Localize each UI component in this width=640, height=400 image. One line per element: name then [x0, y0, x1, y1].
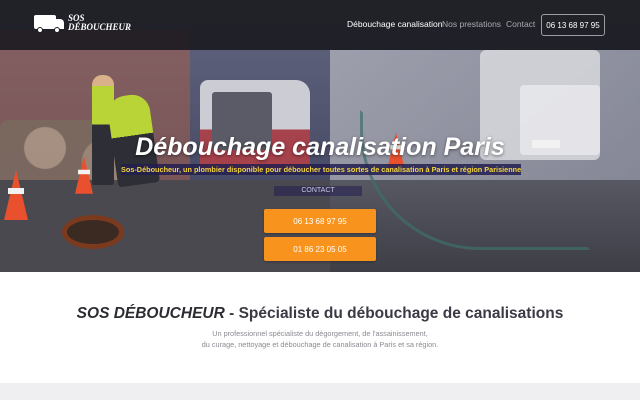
intro-section: SOS DÉBOUCHEUR - Spécialiste du déboucha… — [0, 272, 640, 382]
hero-title: Débouchage canalisation Paris — [135, 133, 505, 161]
traffic-cone-icon — [4, 170, 28, 220]
truck-icon — [34, 13, 64, 33]
call-mobile-button[interactable]: 06 13 68 97 95 — [264, 209, 376, 233]
nav-phone-button[interactable]: 06 13 68 97 95 — [541, 14, 605, 36]
intro-heading-brand: SOS DÉBOUCHEUR — [76, 305, 225, 322]
intro-description: Un professionnel spécialiste du dégorgem… — [0, 328, 640, 350]
intro-heading-text: - Spécialiste du débouchage de canalisat… — [224, 305, 564, 322]
hero-manhole-illustration — [62, 215, 124, 249]
logo-text-line2: DÉBOUCHEUR — [68, 22, 132, 32]
contact-label: CONTACT — [274, 186, 362, 196]
hero-subtitle: Sos-Déboucheur, un plombier disponible p… — [121, 164, 521, 175]
nav-link-debouchage-canalisation[interactable]: Débouchage canalisation — [347, 19, 442, 29]
nav-link-contact[interactable]: Contact — [506, 19, 535, 29]
site-logo[interactable]: SOS DÉBOUCHEUR — [34, 13, 131, 33]
top-navbar: SOS DÉBOUCHEUR Débouchage canalisation N… — [0, 0, 640, 50]
logo-text: SOS DÉBOUCHEUR — [68, 14, 131, 32]
next-section-band — [0, 383, 640, 400]
intro-heading: SOS DÉBOUCHEUR - Spécialiste du déboucha… — [0, 305, 640, 323]
call-landline-button[interactable]: 01 86 23 05 05 — [264, 237, 376, 261]
intro-description-line1: Un professionnel spécialiste du dégorgem… — [212, 329, 428, 338]
nav-link-nos-prestations[interactable]: Nos prestations — [442, 19, 501, 29]
intro-description-line2: du curage, nettoyage et débouchage de ca… — [201, 340, 439, 349]
